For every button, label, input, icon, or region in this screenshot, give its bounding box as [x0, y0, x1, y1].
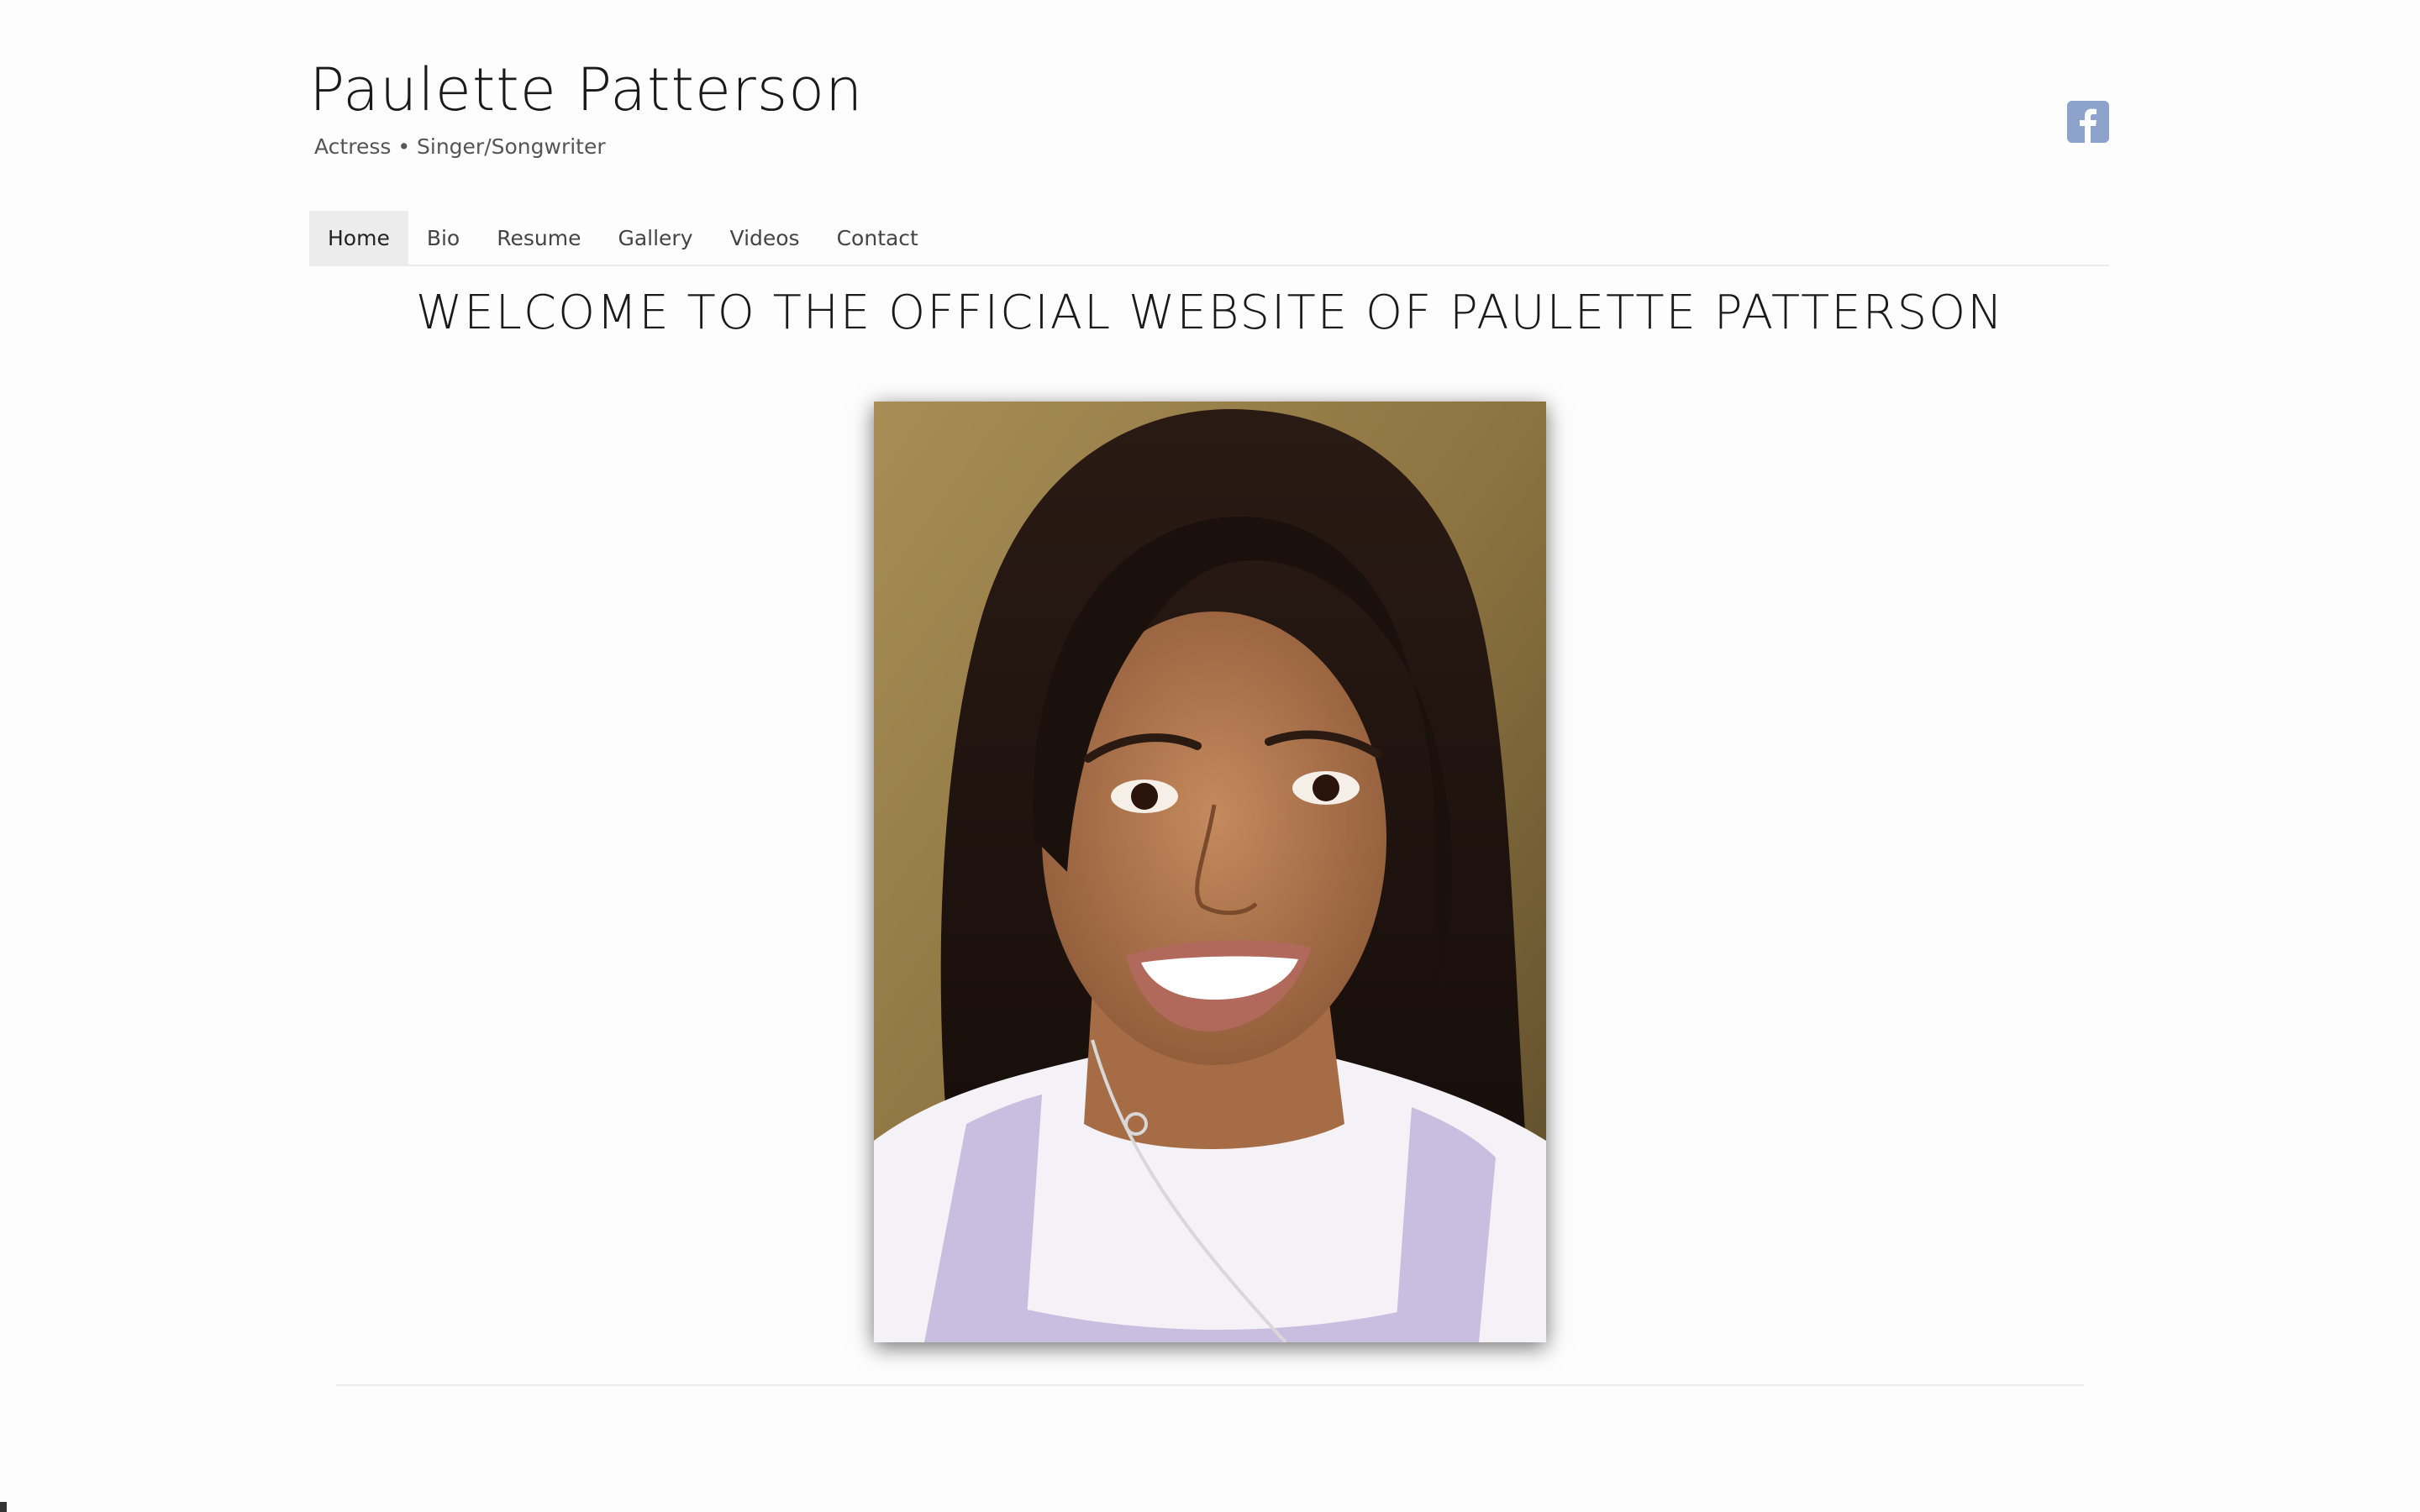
facebook-icon[interactable] — [2067, 101, 2109, 143]
window-corner — [0, 1502, 7, 1512]
nav-item-bio[interactable]: Bio — [408, 211, 478, 265]
nav-item-home[interactable]: Home — [309, 211, 408, 265]
welcome-heading: WELCOME TO THE OFFICIAL WEBSITE OF PAULE… — [415, 286, 2005, 340]
nav-item-videos[interactable]: Videos — [712, 211, 818, 265]
nav-item-contact[interactable]: Contact — [818, 211, 937, 265]
page: Paulette Patterson Actress • Singer/Song… — [0, 0, 2420, 1512]
facebook-icon-glyph — [2067, 101, 2109, 143]
main-navigation: Home Bio Resume Gallery Videos Contact — [309, 211, 2109, 266]
content-divider — [336, 1384, 2084, 1386]
headshot-photo — [874, 402, 1546, 1342]
site-header: Paulette Patterson Actress • Singer/Song… — [309, 50, 2109, 218]
site-title[interactable]: Paulette Patterson — [309, 55, 863, 124]
nav-item-gallery[interactable]: Gallery — [599, 211, 711, 265]
site-tagline: Actress • Singer/Songwriter — [314, 134, 606, 159]
nav-item-resume[interactable]: Resume — [478, 211, 599, 265]
headshot-illustration — [874, 402, 1546, 1342]
